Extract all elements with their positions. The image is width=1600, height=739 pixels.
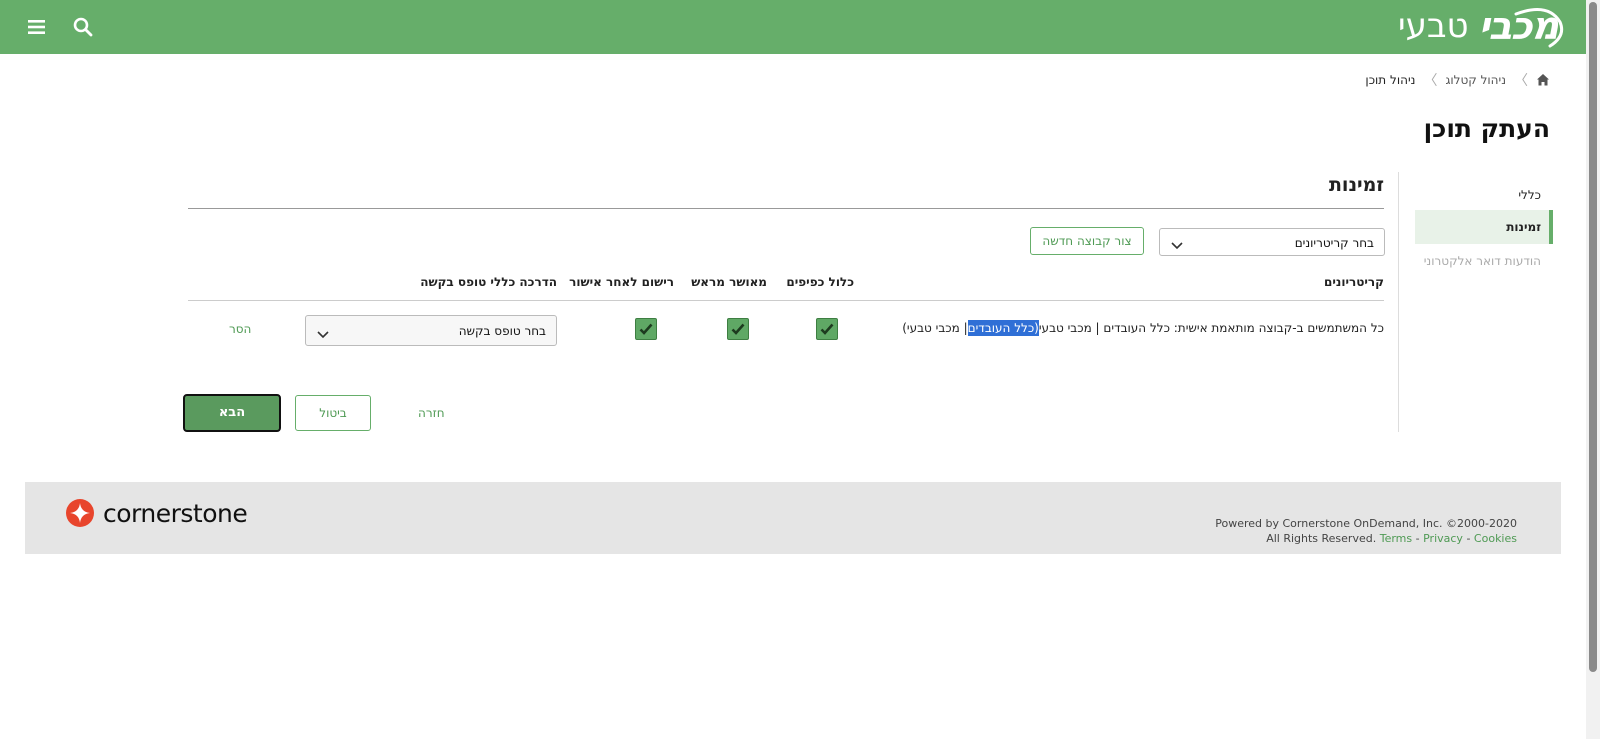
request-form-select[interactable]: בחר טופס בקשה [305, 315, 557, 346]
app-logo[interactable]: מכבי טבעי [1398, 2, 1559, 50]
hamburger-menu-icon[interactable] [24, 14, 50, 40]
breadcrumb-item-catalog-management[interactable]: ניהול קטלוג [1445, 73, 1506, 87]
breadcrumb-separator: 〉 [1514, 73, 1528, 89]
breadcrumb-item-content-management: ניהול תוכן [1365, 73, 1416, 87]
section-sidenav: כללי זמינות הודעות דואר אלקטרוני [1398, 172, 1553, 432]
checkmark-icon [820, 323, 834, 335]
back-link[interactable]: חזרה [418, 406, 445, 420]
selected-text-highlight: (כלל העובדים [967, 320, 1039, 336]
page-title: העתק תוכן [1423, 114, 1550, 143]
top-navigation-bar: מכבי טבעי [0, 0, 1586, 54]
footer-brand[interactable]: cornerstone [65, 498, 248, 528]
create-new-group-button[interactable]: צור קבוצה חדשה [1030, 227, 1144, 255]
privacy-link[interactable]: Privacy [1423, 532, 1463, 545]
sidenav-item-availability[interactable]: זמינות [1415, 210, 1553, 244]
register-after-approval-checkbox[interactable] [635, 318, 657, 340]
sidenav-item-email-notifications[interactable]: הודעות דואר אלקטרוני [1415, 244, 1553, 278]
cookies-link[interactable]: Cookies [1474, 532, 1517, 545]
column-header-include-subordinates: כלול כפיפים [786, 275, 854, 289]
footer-copyright: Powered by Cornerstone OnDemand, Inc. ©2… [1215, 517, 1517, 530]
criteria-select[interactable]: בחר קריטריונים [1159, 228, 1385, 256]
footer: cornerstone Powered by Cornerstone OnDem… [25, 482, 1561, 554]
cornerstone-logo-icon [66, 499, 94, 527]
cancel-button[interactable]: ביטול [295, 395, 371, 431]
column-header-criteria: קריטריונים [1324, 275, 1384, 289]
table-header-divider [188, 300, 1384, 301]
scrollbar-thumb[interactable] [1589, 2, 1597, 672]
pre-approved-checkbox[interactable] [727, 318, 749, 340]
chevron-down-icon [316, 326, 330, 345]
footer-legal: Powered by Cornerstone OnDemand, Inc. ©2… [1215, 516, 1517, 546]
column-header-pre-approved: מאושר מראש [691, 275, 767, 289]
next-button[interactable]: הבא [183, 394, 281, 432]
checkmark-icon [731, 323, 745, 335]
criteria-select-value: בחר קריטריונים [1294, 236, 1374, 250]
footer-separator: - [1415, 532, 1420, 545]
chevron-down-icon [1170, 237, 1184, 256]
sidenav-item-general[interactable]: כללי [1415, 178, 1553, 212]
terms-link[interactable]: Terms [1380, 532, 1412, 545]
checkmark-icon [639, 323, 653, 335]
column-header-register-after-approval: רישום לאחר אישור [569, 275, 674, 289]
breadcrumb-separator: 〉 [1423, 73, 1438, 89]
column-header-request-form-guide: הדרכה כללי טופס בקשה [420, 275, 557, 289]
logo-main-text: מכבי [1478, 4, 1559, 48]
criteria-row-text: כל המשתמשים ב-קבוצה מותאמת אישית: כלל הע… [902, 320, 1384, 336]
footer-brand-name: cornerstone [103, 498, 248, 528]
page-scrollbar[interactable] [1586, 0, 1600, 739]
logo-sub-text: טבעי [1398, 6, 1469, 46]
footer-rights: All Rights Reserved. [1266, 532, 1377, 545]
breadcrumb: 〉 ניהול קטלוג 〉 ניהול תוכן [1365, 70, 1550, 90]
section-title: זמינות [1328, 174, 1384, 196]
section-divider [188, 208, 1384, 209]
include-subordinates-checkbox[interactable] [816, 318, 838, 340]
remove-link[interactable]: הסר [229, 322, 251, 336]
request-form-select-value: בחר טופס בקשה [458, 324, 546, 338]
criteria-text-suffix: | מכבי טבעי) [902, 321, 968, 335]
search-icon[interactable] [70, 14, 96, 40]
criteria-text-prefix: כל המשתמשים ב-קבוצה מותאמת אישית: כלל הע… [1038, 321, 1384, 335]
footer-separator: - [1466, 532, 1471, 545]
home-icon[interactable] [1536, 73, 1550, 87]
